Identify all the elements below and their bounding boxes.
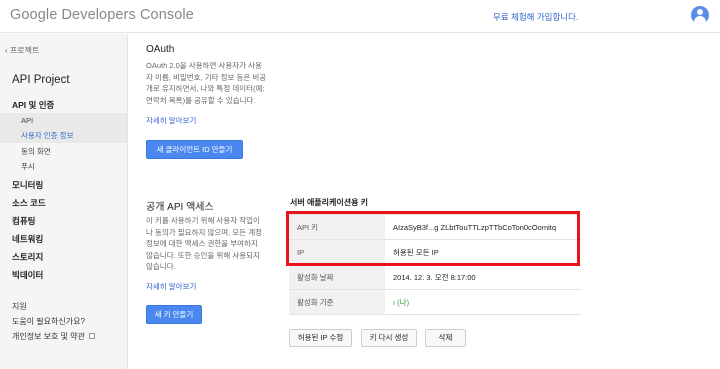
app-logo[interactable]: Google Developers Console bbox=[10, 7, 194, 23]
public-api-learn-more-link[interactable]: 자세히 알아보기 bbox=[146, 281, 196, 292]
sidebar-item-apis-auth[interactable]: API 및 인증 bbox=[12, 99, 54, 111]
activated-by-label: 활성화 기준 bbox=[289, 289, 385, 315]
main-content: OAuth OAuth 2.0을 사용하면 사용자가 사용 자 이름, 비밀번호… bbox=[128, 34, 720, 369]
sidebar-item-api[interactable]: API bbox=[21, 116, 33, 125]
sidebar-item-storage[interactable]: 스토리지 bbox=[12, 251, 43, 263]
sidebar-item-networking[interactable]: 네트워킹 bbox=[12, 233, 43, 245]
chevron-left-icon: ‹ bbox=[5, 46, 8, 55]
sidebar: ‹ 프로젝트 API Project API 및 인증 API 사용자 인증 정… bbox=[0, 34, 128, 369]
sidebar-item-credentials[interactable]: 사용자 인증 정보 bbox=[21, 130, 73, 141]
help-link[interactable]: 도움이 필요하신가요? bbox=[12, 316, 85, 327]
delete-key-button[interactable]: 삭제 bbox=[425, 329, 466, 347]
support-heading: 지원 bbox=[12, 302, 27, 311]
oauth-title: OAuth bbox=[146, 44, 175, 55]
back-label: 프로젝트 bbox=[9, 46, 40, 55]
regenerate-key-button[interactable]: 키 다시 생성 bbox=[361, 329, 417, 347]
oauth-description: OAuth 2.0을 사용하면 사용자가 사용 자 이름, 비밀번호, 기타 정… bbox=[146, 60, 266, 106]
create-client-id-button[interactable]: 새 클라이언트 ID 만들기 bbox=[146, 140, 243, 159]
free-trial-link[interactable]: 무료 체험해 가입합니다. bbox=[493, 11, 578, 23]
public-api-title: 공개 API 액세스 bbox=[146, 202, 214, 213]
sidebar-item-big-data[interactable]: 빅데이터 bbox=[12, 269, 43, 281]
table-row: 활성화 날짜 2014. 12. 3. 오전 8:17:00 bbox=[289, 264, 581, 290]
external-link-icon bbox=[88, 333, 95, 339]
public-api-desc-line: 않습니다. bbox=[146, 262, 176, 271]
table-row: 활성화 기준 ı (나) bbox=[289, 289, 581, 315]
public-api-description: 이 키를 사용하기 위해 사용자 작업이 나 동의가 필요하지 않으며, 모든 … bbox=[146, 215, 262, 273]
privacy-terms-label: 개인정보 보호 및 약관 bbox=[12, 332, 85, 341]
oauth-desc-line: 자 이름, 비밀번호, 기타 정보 등은 비공 bbox=[146, 72, 267, 82]
edit-allowed-ips-button[interactable]: 허용된 IP 수정 bbox=[289, 329, 352, 347]
oauth-desc-line: 연락처 목록)를 공유할 수 있습니다. bbox=[146, 95, 256, 105]
public-api-desc-line: 않습니다. 또한 승인을 위해 사용되지 bbox=[146, 250, 260, 260]
oauth-desc-line: 개로 유지하면서, 나와 특정 데이터(예: bbox=[146, 84, 265, 93]
oauth-desc-line: OAuth 2.0을 사용하면 사용자가 사용 bbox=[146, 61, 262, 70]
public-api-desc-line: 나 동의가 필요하지 않으며, 모든 계정 bbox=[146, 227, 263, 237]
project-title: API Project bbox=[12, 74, 70, 86]
activation-date-value: 2014. 12. 3. 오전 8:17:00 bbox=[385, 264, 581, 290]
create-key-button[interactable]: 새 키 만들기 bbox=[146, 305, 202, 324]
activated-by-value: ı (나) bbox=[385, 289, 581, 315]
privacy-terms-link[interactable]: 개인정보 보호 및 약관 bbox=[12, 331, 95, 342]
activation-date-label: 활성화 날짜 bbox=[289, 264, 385, 290]
sidebar-item-push[interactable]: 푸시 bbox=[21, 161, 35, 172]
account-avatar-icon[interactable] bbox=[691, 6, 709, 24]
server-key-title: 서버 애플리케이션용 키 bbox=[290, 198, 369, 207]
highlight-box bbox=[286, 211, 580, 266]
oauth-learn-more-link[interactable]: 자세히 알아보기 bbox=[146, 115, 196, 126]
back-to-projects-link[interactable]: ‹ 프로젝트 bbox=[5, 45, 39, 56]
sidebar-item-monitoring[interactable]: 모니터링 bbox=[12, 179, 43, 191]
sidebar-item-compute[interactable]: 컴퓨팅 bbox=[12, 215, 35, 227]
public-api-desc-line: 정보에 대한 액세스 권한을 부여하지 bbox=[146, 239, 258, 248]
top-header: Google Developers Console 무료 체험해 가입합니다. bbox=[0, 0, 720, 33]
public-api-desc-line: 이 키를 사용하기 위해 사용자 작업이 bbox=[146, 216, 260, 225]
sidebar-item-source-code[interactable]: 소스 코드 bbox=[12, 197, 46, 209]
sidebar-item-consent-screen[interactable]: 동의 화면 bbox=[21, 146, 51, 157]
